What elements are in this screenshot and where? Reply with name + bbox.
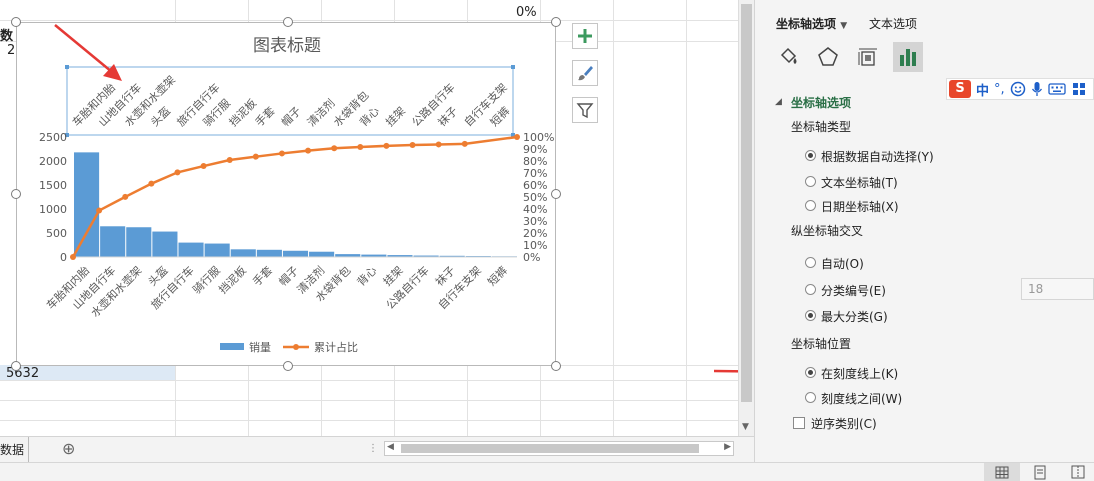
axis-options-button[interactable]: [893, 42, 923, 72]
radio-on-tick-marks[interactable]: [805, 367, 816, 378]
tab-text-options[interactable]: 文本选项: [869, 15, 917, 32]
radio-text-axis[interactable]: [805, 176, 816, 187]
axis-type-label: 坐标轴类型: [791, 120, 852, 134]
ime-toolbar[interactable]: S 中 °,: [946, 78, 1094, 100]
radio-date-axis-label[interactable]: 日期坐标轴(X): [821, 198, 899, 215]
position-label: 坐标轴位置: [791, 337, 852, 351]
excel-window: 数 2 5632 0% 图表标题 0 500 1000 1500 2000 2500 0% 10…: [0, 0, 1094, 481]
cross-label: 纵坐标轴交叉: [791, 224, 864, 238]
radio-between-tick-marks-label[interactable]: 刻度线之间(W): [821, 390, 902, 407]
radio-auto-select[interactable]: [805, 150, 816, 161]
size-properties-icon: [858, 48, 877, 66]
ime-mode-chinese[interactable]: 中: [976, 80, 989, 99]
scroll-right-arrow[interactable]: ▶: [724, 442, 731, 452]
skin-icon[interactable]: [1071, 81, 1087, 97]
page-layout-button[interactable]: [1030, 463, 1050, 481]
size-properties-button[interactable]: [853, 42, 883, 72]
bar-chart-icon: [900, 49, 916, 66]
sheet-tab[interactable]: 数据: [0, 441, 24, 458]
keyboard-icon[interactable]: [1048, 82, 1066, 96]
normal-view-button[interactable]: [984, 463, 1020, 481]
category-number-input[interactable]: 18: [1021, 278, 1094, 300]
emoji-icon[interactable]: [1010, 81, 1026, 97]
section-collapse-icon[interactable]: ◢: [775, 97, 782, 107]
radio-between-tick-marks[interactable]: [805, 392, 816, 403]
paint-bucket-icon: [780, 47, 797, 64]
arrow-chart: [54, 24, 113, 73]
vertical-scrollbar[interactable]: ▼: [738, 0, 754, 436]
section-axis-options[interactable]: 坐标轴选项: [791, 94, 851, 111]
radio-date-axis[interactable]: [805, 200, 816, 211]
microphone-icon[interactable]: [1031, 81, 1043, 97]
format-axis-pane: 坐标轴选项 ▼ 文本选项 ◢ 坐标轴选项 坐标轴类型 根据数据自动选择(Y) 文…: [754, 0, 1094, 462]
sogou-logo-icon[interactable]: S: [949, 80, 971, 98]
add-sheet-icon[interactable]: ⊕: [62, 439, 75, 458]
vertical-scroll-thumb[interactable]: [741, 4, 752, 402]
tab-axis-options[interactable]: 坐标轴选项 ▼: [776, 15, 847, 32]
page-break-button[interactable]: [1068, 463, 1088, 481]
status-bar: [0, 462, 1094, 481]
horizontal-scrollbar[interactable]: ◀ ▶: [384, 441, 734, 456]
radio-max-category-label[interactable]: 最大分类(G): [821, 308, 888, 325]
grid-icon: [995, 466, 1009, 479]
radio-category-number[interactable]: [805, 284, 816, 295]
radio-cross-auto-label[interactable]: 自动(O): [821, 255, 864, 272]
scroll-left-arrow[interactable]: ◀: [387, 442, 394, 452]
radio-auto-select-label[interactable]: 根据数据自动选择(Y): [821, 148, 934, 165]
radio-cross-auto[interactable]: [805, 257, 816, 268]
scroll-down-arrow[interactable]: ▼: [742, 422, 749, 432]
page-layout-icon: [1034, 465, 1046, 480]
fill-line-button[interactable]: [773, 42, 803, 72]
radio-max-category[interactable]: [805, 310, 816, 321]
page-break-icon: [1071, 465, 1085, 479]
pentagon-icon: [818, 47, 838, 66]
reverse-categories-checkbox[interactable]: [793, 417, 805, 429]
reverse-categories-label[interactable]: 逆序类别(C): [811, 415, 877, 432]
radio-on-tick-marks-label[interactable]: 在刻度线上(K): [821, 365, 898, 382]
radio-category-number-label[interactable]: 分类编号(E): [821, 282, 886, 299]
effects-button[interactable]: [813, 42, 843, 72]
tab-split-handle[interactable]: ⋮: [368, 443, 378, 454]
punctuation-icon[interactable]: °,: [994, 82, 1005, 97]
horizontal-scroll-thumb[interactable]: [401, 444, 699, 453]
radio-text-axis-label[interactable]: 文本坐标轴(T): [821, 174, 898, 191]
